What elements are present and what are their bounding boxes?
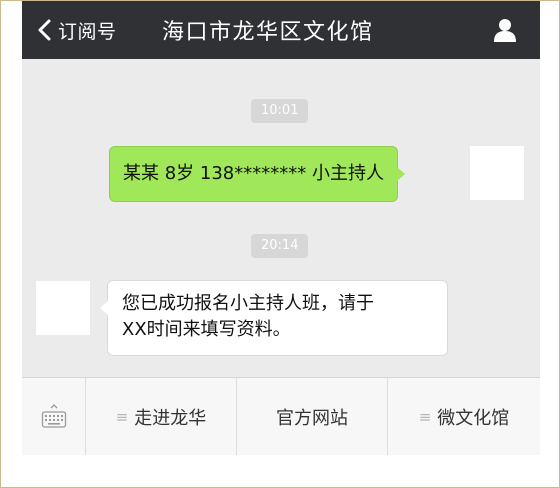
back-button[interactable]: 订阅号 — [34, 1, 117, 59]
person-icon[interactable] — [492, 17, 518, 43]
keyboard-icon — [41, 404, 66, 428]
chat-screen: 订阅号 海口市龙华区文化馆 10:01 某某 8岁 138******** 小主… — [22, 1, 540, 455]
incoming-message-bubble[interactable]: 您已成功报名小主持人班，请于 XX时间来填写资料。 — [100, 280, 448, 356]
menu-item-label: 走进龙华 — [134, 408, 207, 429]
menu-lines-icon: ≡ — [115, 408, 129, 426]
menu-item-label: 微文化馆 — [437, 408, 510, 429]
incoming-message-line: XX时间来填写资料。 — [122, 319, 291, 340]
menu-item-zoujin-longhua[interactable]: ≡ 走进龙华 — [85, 378, 236, 455]
back-label: 订阅号 — [58, 20, 117, 43]
outgoing-message-text: 某某 8岁 138******** 小主持人 — [123, 163, 384, 184]
menu-lines-icon: ≡ — [418, 408, 432, 426]
page-title: 海口市龙华区文化馆 — [162, 20, 374, 45]
back-chevron-icon — [38, 19, 51, 41]
my-avatar[interactable] — [470, 146, 524, 200]
keyboard-toggle-button[interactable] — [22, 378, 85, 455]
menu-item-label: 官方网站 — [276, 408, 348, 429]
menu-item-official-website[interactable]: 官方网站 — [236, 378, 387, 455]
bottom-menu: ≡ 走进龙华 官方网站 ≡ 微文化馆 — [22, 377, 540, 455]
top-bar: 订阅号 海口市龙华区文化馆 — [22, 1, 540, 59]
menu-item-wei-wenhuaguan[interactable]: ≡ 微文化馆 — [387, 378, 540, 455]
timestamp: 10:01 — [251, 99, 309, 123]
timestamp: 20:14 — [251, 234, 309, 258]
incoming-message-line: 您已成功报名小主持人班，请于 — [122, 293, 374, 314]
official-account-avatar[interactable] — [36, 281, 90, 335]
outgoing-message-bubble[interactable]: 某某 8岁 138******** 小主持人 — [109, 146, 405, 202]
screenshot-frame: 订阅号 海口市龙华区文化馆 10:01 某某 8岁 138******** 小主… — [0, 0, 560, 488]
